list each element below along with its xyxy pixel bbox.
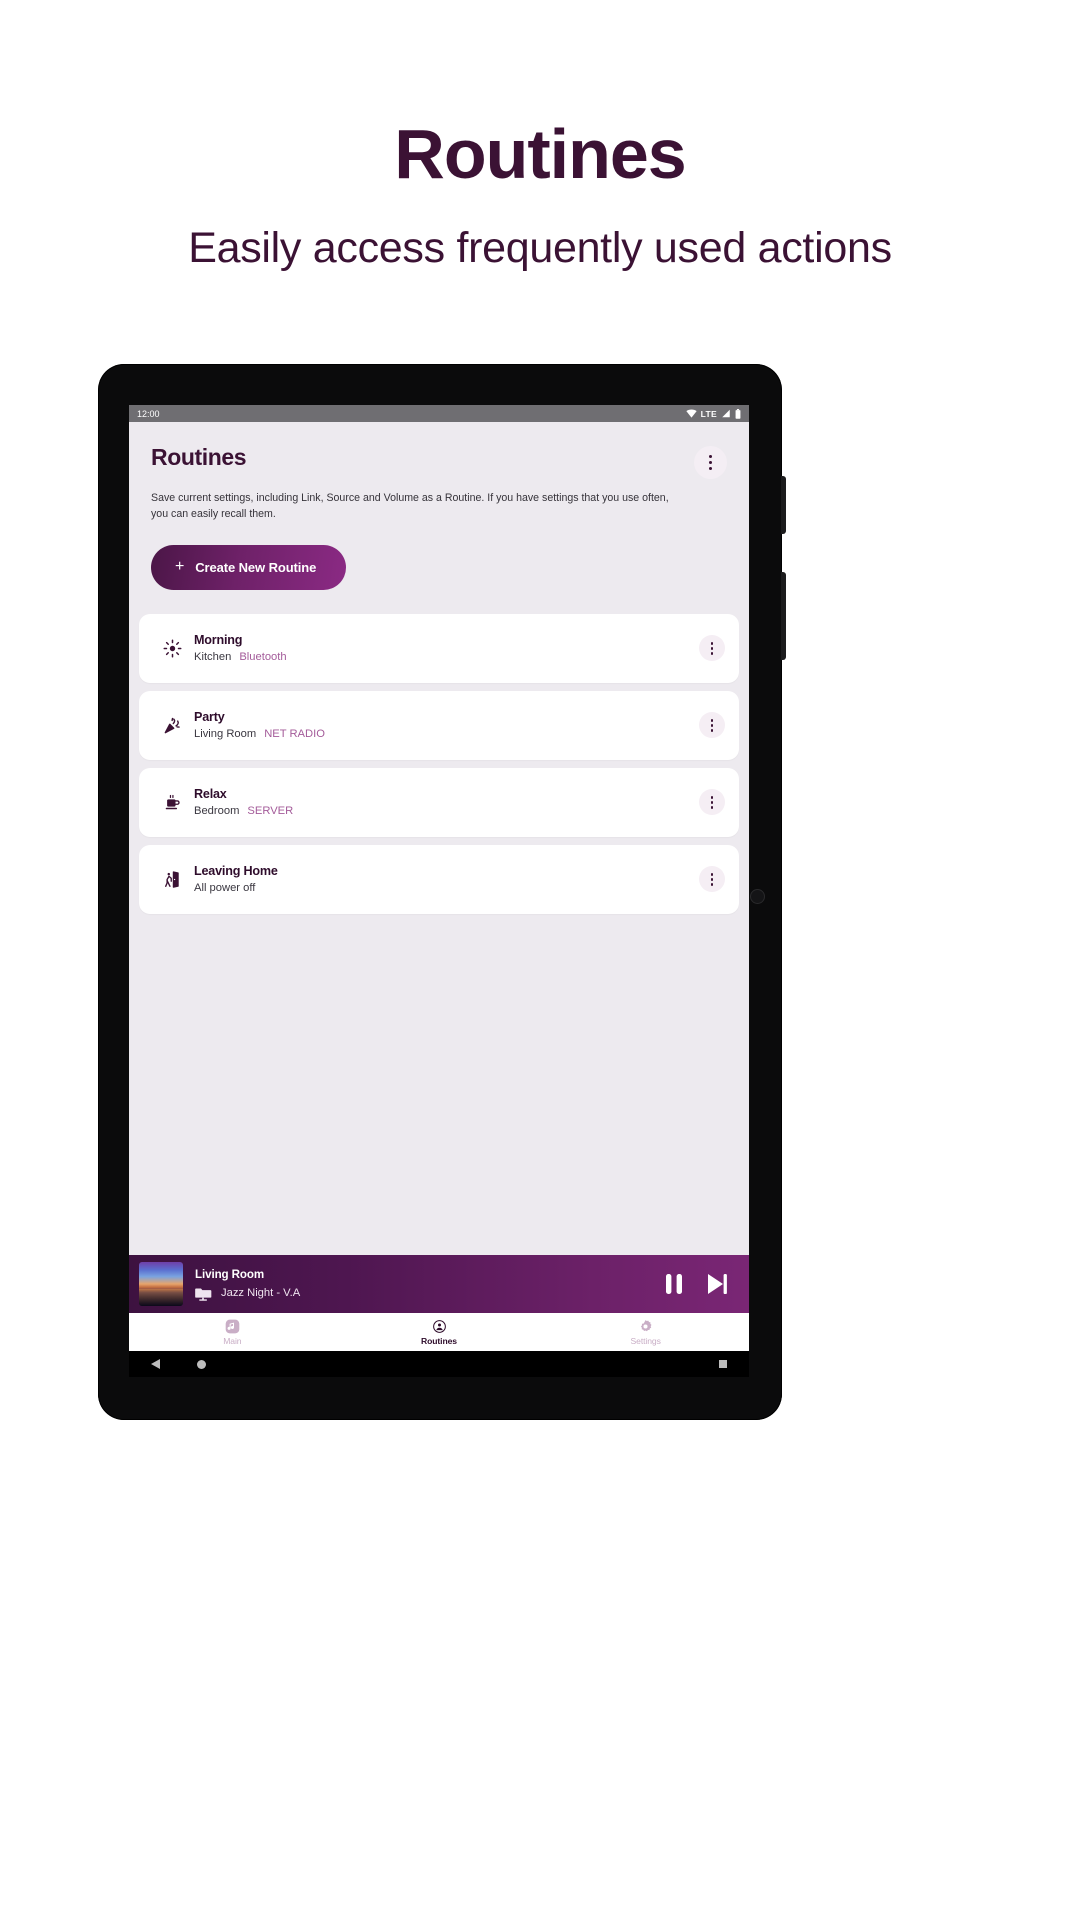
pause-icon	[666, 1274, 682, 1294]
now-playing-track: Jazz Night - V.A	[221, 1287, 301, 1299]
routine-source: SERVER	[247, 805, 294, 818]
kebab-dot	[710, 878, 714, 881]
network-type-label: LTE	[700, 408, 717, 419]
create-new-routine-label: Create New Routine	[195, 559, 317, 575]
routine-name: Party	[194, 710, 225, 725]
routines-icon	[432, 1319, 446, 1333]
status-bar-icons: LTE	[686, 408, 741, 419]
routine-source: NET RADIO	[264, 728, 325, 741]
kebab-dot	[710, 729, 714, 732]
music-note-icon	[225, 1319, 240, 1333]
kebab-dot	[710, 796, 714, 799]
routine-list-item-relax[interactable]: Relax Bedroom SERVER	[139, 767, 739, 837]
routine-overflow-menu-button[interactable]	[699, 866, 725, 893]
coffee-cup-icon	[155, 793, 189, 812]
folder-screen-icon	[195, 1288, 212, 1301]
routine-overflow-menu-button[interactable]	[699, 789, 725, 816]
next-track-button[interactable]	[705, 1272, 729, 1296]
now-playing-room: Living Room	[195, 1267, 265, 1281]
signal-icon	[722, 409, 730, 418]
routine-name: Relax	[194, 787, 227, 802]
create-new-routine-button[interactable]: + Create New Routine	[151, 544, 347, 590]
routine-name: Leaving Home	[194, 864, 278, 879]
routine-room: All power off	[194, 882, 256, 895]
player-controls	[663, 1272, 733, 1296]
gear-icon	[641, 1319, 652, 1331]
kebab-dot	[710, 724, 714, 727]
kebab-dot	[709, 461, 712, 464]
header-overflow-menu-button[interactable]	[694, 446, 727, 479]
routine-list-item-morning[interactable]: Morning Kitchen Bluetooth	[139, 613, 739, 683]
next-track-icon	[708, 1274, 727, 1294]
recents-square-icon[interactable]	[718, 1359, 727, 1369]
routine-text: Leaving Home All power off	[189, 864, 699, 894]
kebab-dot	[710, 642, 714, 645]
routine-meta: All power off	[194, 882, 699, 894]
kebab-dot	[710, 873, 714, 876]
kebab-dot	[710, 719, 714, 722]
routine-text: Party Living Room NET RADIO	[189, 710, 699, 740]
nav-tab-settings[interactable]: Settings	[542, 1313, 749, 1351]
sun-icon	[155, 639, 189, 658]
kebab-dot	[710, 647, 714, 650]
wifi-icon	[686, 409, 697, 418]
kebab-dot	[710, 806, 714, 809]
routine-room: Living Room	[194, 728, 257, 741]
routine-meta: Kitchen Bluetooth	[194, 651, 699, 663]
party-popper-icon	[155, 716, 189, 735]
kebab-dot	[710, 883, 714, 886]
android-navigation-bar	[129, 1351, 749, 1377]
pause-button[interactable]	[663, 1272, 685, 1296]
routine-room: Kitchen	[194, 651, 232, 664]
device-screen: 12:00 LTE Routines Save current settings…	[129, 405, 749, 1377]
routine-meta: Bedroom SERVER	[194, 805, 699, 817]
create-routine-row: + Create New Routine	[129, 523, 749, 614]
nav-tab-routines-label: Routines	[421, 1335, 457, 1346]
routine-list-item-leaving-home[interactable]: Leaving Home All power off	[139, 844, 739, 914]
nav-tab-routines[interactable]: Routines	[336, 1313, 543, 1351]
home-circle-icon[interactable]	[197, 1359, 206, 1369]
now-playing-track-row: Jazz Night - V.A	[195, 1286, 651, 1301]
now-playing-text: Living Room Jazz Night - V.A	[195, 1268, 651, 1301]
promo-header: Routines Easily access frequently used a…	[0, 0, 1080, 276]
routine-overflow-menu-button[interactable]	[699, 712, 725, 739]
bottom-navigation-bar: Main Routines Settings	[129, 1313, 749, 1351]
nav-tab-settings-label: Settings	[630, 1335, 661, 1346]
now-playing-bar[interactable]: Living Room Jazz Night - V.A	[129, 1255, 749, 1313]
album-artwork	[139, 1262, 183, 1306]
nav-tab-main-label: Main	[223, 1335, 242, 1346]
android-status-bar: 12:00 LTE	[129, 405, 749, 422]
nav-tab-main[interactable]: Main	[129, 1313, 336, 1351]
routines-screen: Routines Save current settings, includin…	[129, 422, 749, 1377]
front-camera	[751, 890, 764, 903]
app-header: Routines	[129, 422, 749, 479]
kebab-dot	[709, 455, 712, 458]
routine-list-item-party[interactable]: Party Living Room NET RADIO	[139, 690, 739, 760]
plus-icon: +	[175, 558, 185, 576]
page-description: Save current settings, including Link, S…	[151, 492, 669, 520]
routine-text: Morning Kitchen Bluetooth	[189, 633, 699, 663]
promo-subtitle: Easily access frequently used actions	[188, 223, 892, 272]
routine-meta: Living Room NET RADIO	[194, 728, 699, 740]
promo-title: Routines	[394, 115, 686, 193]
volume-button[interactable]	[781, 476, 786, 534]
tablet-device-mockup: 12:00 LTE Routines Save current settings…	[98, 364, 786, 1420]
kebab-dot	[709, 467, 712, 470]
page-title: Routines	[151, 444, 247, 470]
power-button[interactable]	[781, 572, 786, 660]
routine-overflow-menu-button[interactable]	[699, 635, 725, 662]
exit-door-icon	[155, 870, 189, 889]
back-triangle-icon[interactable]	[151, 1359, 160, 1369]
routine-room: Bedroom	[194, 805, 240, 818]
battery-icon	[735, 408, 741, 419]
routine-name: Morning	[194, 633, 243, 648]
routine-list: Morning Kitchen Bluetooth Party Living R…	[129, 613, 749, 914]
kebab-dot	[710, 652, 714, 655]
routine-text: Relax Bedroom SERVER	[189, 787, 699, 817]
status-bar-clock: 12:00	[137, 408, 160, 419]
kebab-dot	[710, 801, 714, 804]
routine-source: Bluetooth	[239, 651, 287, 664]
